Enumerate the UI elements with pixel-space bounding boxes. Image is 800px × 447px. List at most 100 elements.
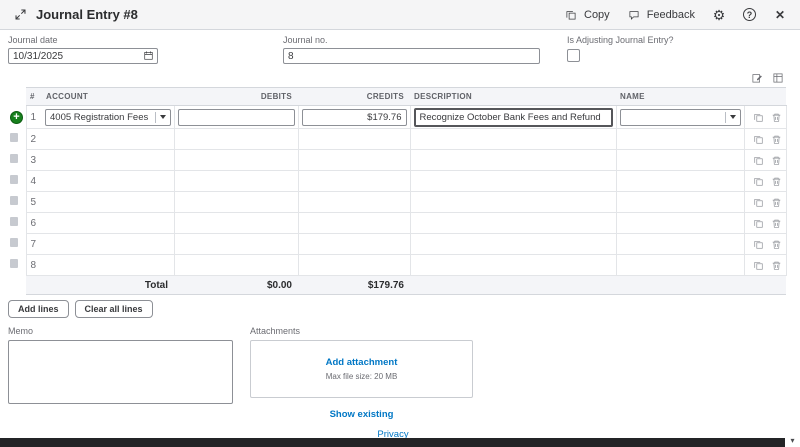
help-icon[interactable]: ? [743,8,756,21]
adjusting-checkbox[interactable] [567,49,580,62]
debits-cell[interactable] [174,171,298,192]
drag-handle-icon[interactable] [10,154,18,163]
credits-cell[interactable] [298,234,410,255]
credits-cell[interactable] [298,150,410,171]
account-cell[interactable] [42,150,174,171]
drag-handle-icon[interactable] [10,133,18,142]
clear-all-lines-button[interactable]: Clear all lines [75,300,153,318]
drag-handle-icon[interactable] [10,217,18,226]
account-select[interactable]: 4005 Registration Fees [45,109,171,126]
journal-line-row: 7 [8,234,786,255]
debits-cell[interactable] [174,234,298,255]
journal-line-row: 2 [8,129,786,150]
drag-handle-icon[interactable] [10,175,18,184]
line-actions: Add lines Clear all lines [8,300,792,318]
description-cell[interactable] [410,150,616,171]
credits-input[interactable] [302,109,407,126]
journal-line-row: +14005 Registration Fees [8,106,786,129]
journal-date-input[interactable] [8,48,158,64]
close-icon[interactable]: ✕ [772,7,788,23]
max-file-size-text: Max file size: 20 MB [326,372,398,381]
table-settings-icon[interactable] [772,72,784,84]
debits-cell[interactable] [174,213,298,234]
journal-no-input[interactable] [283,48,540,64]
memo-input[interactable] [8,340,233,404]
debits-cell[interactable] [174,255,298,276]
account-cell[interactable] [42,234,174,255]
copy-line-icon[interactable] [753,134,764,145]
account-cell[interactable] [42,129,174,150]
copy-line-icon[interactable] [753,239,764,250]
feedback-button-label: Feedback [647,9,695,21]
table-header-row: # ACCOUNT DEBITS CREDITS DESCRIPTION NAM… [8,88,786,106]
gear-icon[interactable]: ⚙ [711,7,727,23]
copy-line-icon[interactable] [753,197,764,208]
total-label: Total [26,276,174,295]
credits-cell[interactable] [298,255,410,276]
account-cell[interactable] [42,255,174,276]
account-cell[interactable] [42,213,174,234]
feedback-button[interactable]: Feedback [626,7,695,23]
delete-line-icon[interactable] [771,155,782,166]
drag-handle-icon[interactable] [10,196,18,205]
debits-cell[interactable] [174,150,298,171]
account-cell[interactable] [42,171,174,192]
debits-cell[interactable] [174,129,298,150]
add-line-icon[interactable]: + [10,111,23,124]
delete-line-icon[interactable] [771,112,782,123]
name-select[interactable] [620,109,741,126]
drag-handle-icon[interactable] [10,238,18,247]
column-header-number: # [26,88,42,106]
name-cell[interactable] [616,150,744,171]
name-cell[interactable] [616,171,744,192]
add-attachment-link[interactable]: Add attachment [326,357,398,368]
delete-line-icon[interactable] [771,218,782,229]
description-cell[interactable] [410,192,616,213]
delete-line-icon[interactable] [771,197,782,208]
expand-icon[interactable] [12,7,28,23]
name-cell[interactable] [616,234,744,255]
journal-no-label: Journal no. [283,35,540,45]
credits-cell[interactable] [298,213,410,234]
description-cell[interactable] [410,213,616,234]
calendar-icon[interactable] [143,50,154,61]
chevron-down-icon [730,115,736,119]
attachment-dropzone[interactable]: Add attachment Max file size: 20 MB [250,340,473,398]
description-cell[interactable] [410,234,616,255]
copy-button[interactable]: Copy [563,7,610,23]
delete-line-icon[interactable] [771,176,782,187]
debits-cell[interactable] [174,192,298,213]
delete-line-icon[interactable] [771,134,782,145]
journal-header-form: Journal date Journal no. Is Adjusting Jo… [0,30,800,69]
drag-handle-icon[interactable] [10,259,18,268]
edit-columns-icon[interactable] [751,72,763,84]
delete-line-icon[interactable] [771,239,782,250]
show-existing-link[interactable]: Show existing [330,409,394,420]
delete-line-icon[interactable] [771,260,782,271]
description-input[interactable] [414,108,613,127]
description-cell[interactable] [410,171,616,192]
adjusting-label: Is Adjusting Journal Entry? [567,35,674,45]
add-lines-button[interactable]: Add lines [8,300,69,318]
debits-input[interactable] [178,109,295,126]
journal-date-label: Journal date [8,35,158,45]
credits-cell[interactable] [298,171,410,192]
copy-line-icon[interactable] [753,155,764,166]
copy-line-icon[interactable] [753,218,764,229]
copy-line-icon[interactable] [753,260,764,271]
account-cell[interactable] [42,192,174,213]
copy-line-icon[interactable] [753,176,764,187]
name-cell[interactable] [616,192,744,213]
name-cell[interactable] [616,213,744,234]
name-cell[interactable] [616,255,744,276]
line-number: 8 [26,255,42,276]
scrollbar-down-arrow[interactable]: ▾ [785,434,800,447]
account-select-value: 4005 Registration Fees [50,112,151,123]
description-cell[interactable] [410,255,616,276]
copy-line-icon[interactable] [753,112,764,123]
credits-cell[interactable] [298,129,410,150]
credits-cell[interactable] [298,192,410,213]
description-cell[interactable] [410,129,616,150]
name-cell[interactable] [616,129,744,150]
journal-date-field: Journal date [8,35,158,65]
